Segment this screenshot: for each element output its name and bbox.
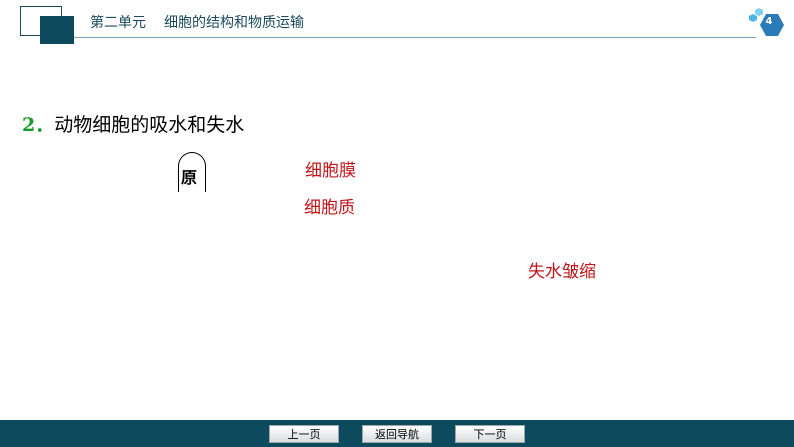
header-divider (74, 37, 756, 38)
section-title-text: 动物细胞的吸水和失水 (54, 114, 245, 136)
page-number: 4 (765, 16, 773, 27)
back-to-nav-button[interactable]: 返回导航 (362, 425, 432, 443)
header-title: 第二单元 细胞的结构和物质运输 (90, 12, 304, 32)
header-solid-square (40, 16, 74, 44)
slide-header: 第二单元 细胞的结构和物质运输 4 (0, 0, 794, 46)
header-unit: 第二单元 (90, 15, 146, 31)
arch-label: 原 (181, 168, 198, 187)
section-heading: 2．动物细胞的吸水和失水 (22, 110, 244, 137)
section-number: 2 (22, 114, 36, 136)
section-number-dot: ． (35, 114, 55, 136)
next-page-button[interactable]: 下一页 (455, 425, 525, 443)
header-topic: 细胞的结构和物质运输 (164, 15, 304, 31)
label-dehydration-shrink: 失水皱缩 (528, 262, 596, 282)
prev-page-button[interactable]: 上一页 (269, 425, 339, 443)
label-cytoplasm: 细胞质 (304, 198, 355, 218)
label-cell-membrane: 细胞膜 (305, 161, 356, 181)
